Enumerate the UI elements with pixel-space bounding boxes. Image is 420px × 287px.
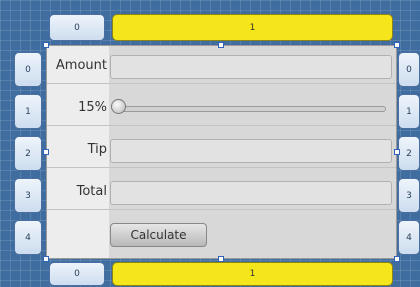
tip-field[interactable] — [110, 139, 392, 163]
row-header-4-right[interactable]: 4 — [398, 220, 420, 255]
row-header-1-right[interactable]: 1 — [398, 94, 420, 129]
resize-handle-bottom-left[interactable] — [43, 256, 49, 262]
resize-handle-bottom-right[interactable] — [394, 256, 400, 262]
grid-pane[interactable]: Amount 15% Tip Total Calculate — [46, 45, 397, 259]
grid-row-tip: Tip — [47, 134, 396, 168]
resize-handle-top-center[interactable] — [218, 42, 224, 48]
resize-handle-middle-left[interactable] — [43, 149, 49, 155]
row-header-4-left[interactable]: 4 — [14, 220, 42, 255]
column-header-1-bottom[interactable]: 1 — [112, 262, 393, 286]
amount-label: Amount — [55, 58, 107, 73]
row-header-0-left[interactable]: 0 — [14, 52, 42, 87]
column-header-1-top[interactable]: 1 — [112, 14, 393, 41]
grid-row-actions: Calculate — [47, 218, 396, 252]
calculate-button[interactable]: Calculate — [110, 223, 207, 247]
tip-percent-slider-thumb[interactable] — [110, 99, 126, 114]
resize-handle-top-left[interactable] — [43, 42, 49, 48]
total-field[interactable] — [110, 181, 392, 205]
resize-handle-bottom-center[interactable] — [218, 256, 224, 262]
resize-handle-top-right[interactable] — [394, 42, 400, 48]
row-header-2-left[interactable]: 2 — [14, 136, 42, 171]
total-label: Total — [76, 184, 107, 199]
tip-label: Tip — [87, 142, 107, 157]
grid-row-tip-percent: 15% — [47, 92, 396, 126]
grid-row-amount: Amount — [47, 50, 396, 84]
row-header-3-left[interactable]: 3 — [14, 178, 42, 213]
column-header-0-bottom[interactable]: 0 — [49, 262, 105, 286]
resize-handle-middle-right[interactable] — [394, 149, 400, 155]
tip-percent-slider-track[interactable] — [113, 106, 386, 112]
row-header-2-right[interactable]: 2 — [398, 136, 420, 171]
row-header-0-right[interactable]: 0 — [398, 52, 420, 87]
grid-row-total: Total — [47, 176, 396, 210]
tip-percent-label: 15% — [78, 100, 107, 115]
row-header-1-left[interactable]: 1 — [14, 94, 42, 129]
row-header-3-right[interactable]: 3 — [398, 178, 420, 213]
column-header-0-top[interactable]: 0 — [49, 14, 105, 41]
amount-field[interactable] — [110, 55, 392, 79]
